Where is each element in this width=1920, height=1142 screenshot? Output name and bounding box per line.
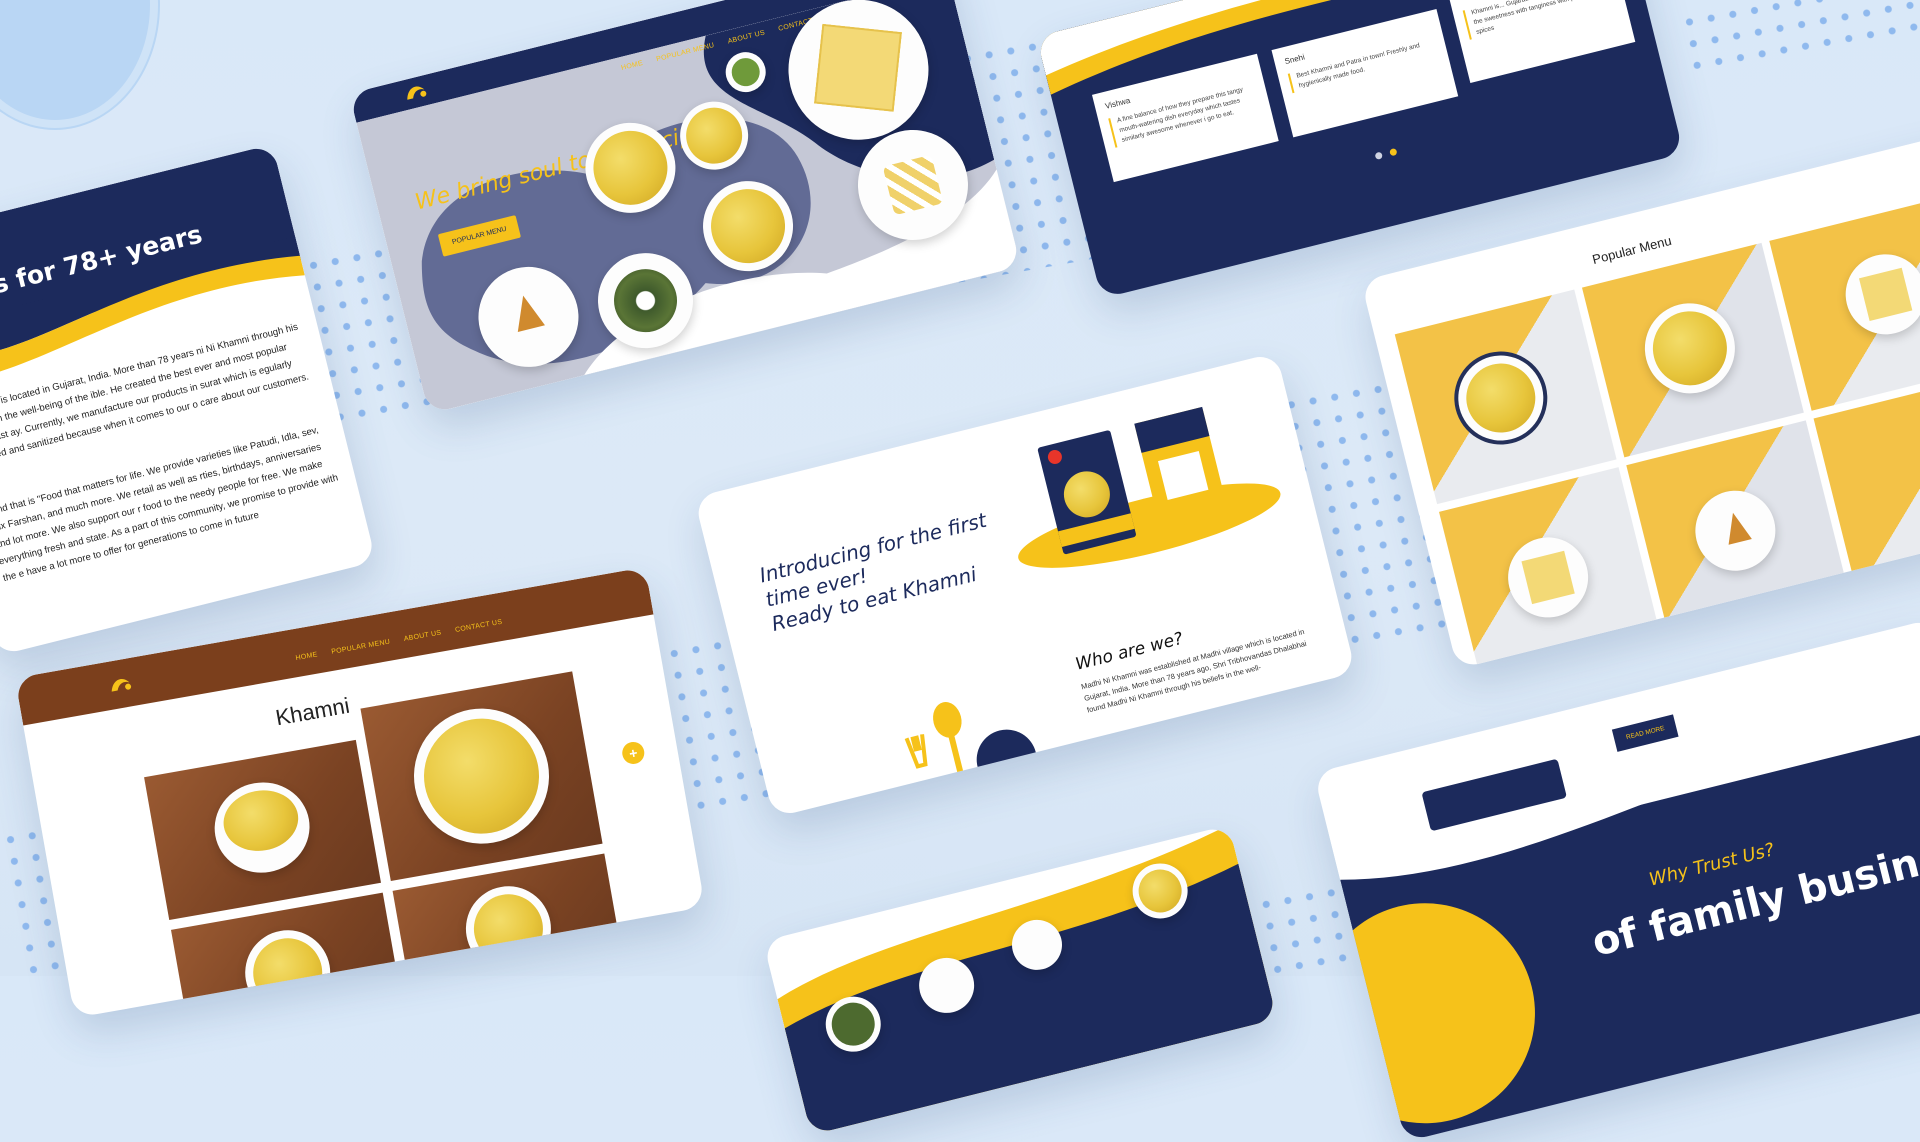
site-logo[interactable] [401,80,433,104]
photo-bowl [459,879,558,979]
photo-food [468,888,549,969]
menu-food [1458,356,1543,440]
testimonial-1-text: A fine balance of how they prepare this … [1108,82,1262,148]
khandvi [882,154,944,216]
menu-item[interactable] [1582,242,1804,458]
carousel-dot-1[interactable] [1374,151,1384,161]
khamni-food-3 [680,101,749,170]
dhokla [814,23,902,112]
nav-home[interactable]: HOME [295,651,318,662]
intro-text: Introducing for the first time ever! Rea… [757,508,1001,637]
photo-food [247,932,328,1013]
decor-circle [0,0,150,120]
menu-food [1645,303,1735,394]
khamni-food-1 [585,122,676,213]
about-card: mers for 78+ years ge which is located i… [0,144,377,656]
menu-item[interactable] [1626,420,1849,635]
testimonial-3: Khamni is... Gujarati food, the Madhi ba… [1448,0,1636,83]
carousel-dots [1374,147,1398,161]
photo-bowl [207,774,317,881]
strip-food [827,998,880,1051]
menu-grid [1394,189,1920,670]
khamni-logo[interactable] [106,673,137,696]
samosa [509,292,545,332]
nav-popular-menu[interactable]: POPULAR MENU [331,639,391,656]
navy-semicircle [970,723,1044,796]
khamni-photo-2[interactable] [360,671,603,881]
nav-about-us[interactable]: ABOUT US [403,629,442,643]
popular-menu-title: Popular Menu [1590,232,1673,268]
menu-dhokla [1858,267,1913,322]
photo-bowl [238,923,337,1018]
who-text: Madhi Ni Khamni was established at Madhi… [1080,626,1308,715]
food-strip-card [762,824,1278,1136]
menu-item[interactable] [1394,289,1617,505]
pack-back-top [1134,406,1210,453]
food-strip-waves [777,824,1278,1136]
testimonial-3-text: Khamni is... Gujarati food, the Madhi ba… [1462,0,1616,40]
photo-food [414,709,549,843]
photo-bowl [403,697,560,855]
menu-plate [1499,528,1597,626]
decor-dots [1676,0,1920,73]
trust-card: READ MORE Why Trust Us? of family busine… [1313,618,1920,1142]
nav-contact-us[interactable]: CONTACT US [455,619,503,634]
plus-icon[interactable]: + [620,740,647,766]
patra-food [607,262,684,339]
pack-logo [1046,448,1064,466]
khamni-photo-1[interactable] [144,739,381,921]
pack-food [1059,466,1115,523]
product-card: Introducing for the first time ever! Rea… [693,352,1357,818]
menu-plate [1837,245,1920,343]
khamni-nav: HOME POPULAR MENU ABOUT US CONTACT US [295,619,503,662]
spoon-fork-icon [892,692,989,789]
pack-nutrition [1157,450,1209,500]
chutney [728,55,763,90]
menu-plate [1635,293,1745,403]
carousel-dot-2[interactable] [1389,147,1398,157]
menu-samosa [1721,509,1752,545]
khamni-food-2 [703,181,793,271]
khamni-title: Khamni [273,692,352,731]
hero-card: HOME POPULAR MENU ABOUT US CONTACT US We… [349,0,1021,414]
khamni-card: HOME POPULAR MENU ABOUT US CONTACT US Kh… [14,567,706,1018]
menu-plate [1449,346,1553,450]
menu-dhokla [1521,550,1575,605]
strip-food [1134,864,1187,918]
photo-food [218,784,304,857]
menu-plate [1686,482,1784,580]
menu-item[interactable] [1439,467,1661,670]
